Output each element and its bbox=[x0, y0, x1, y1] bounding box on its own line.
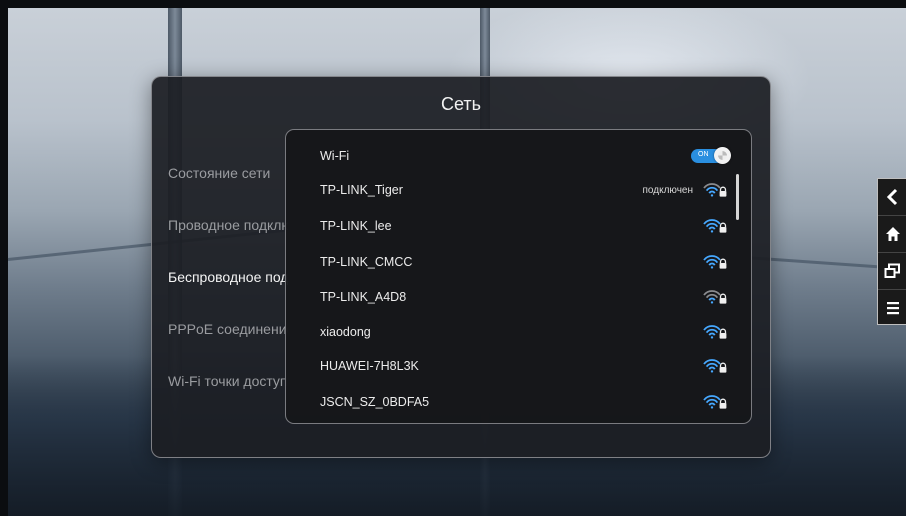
side-navbar bbox=[877, 178, 906, 325]
home-icon[interactable] bbox=[878, 216, 906, 253]
sidebar-item-label: Состояние сети bbox=[168, 165, 271, 181]
sidebar-item-label: PPPoE соединение bbox=[168, 321, 288, 337]
network-row[interactable]: HUAWEI-7H8L3K bbox=[320, 356, 727, 376]
network-row[interactable]: TP-LINK_Tiger подключен bbox=[320, 180, 727, 200]
network-name: TP-LINK_CMCC bbox=[320, 255, 413, 269]
wifi-locked-icon bbox=[703, 325, 727, 339]
wifi-header-label: Wi-Fi bbox=[320, 149, 350, 163]
windows-icon[interactable] bbox=[878, 253, 906, 290]
sidebar-item-pppoe[interactable]: PPPoE соединение bbox=[168, 319, 288, 371]
wifi-locked-icon bbox=[703, 290, 727, 304]
network-name: TP-LINK_lee bbox=[320, 219, 392, 233]
wifi-header-row: Wi-Fi ON bbox=[320, 146, 731, 166]
wifi-locked-icon bbox=[703, 395, 727, 409]
wifi-locked-icon bbox=[703, 183, 727, 197]
network-row[interactable]: TP-LINK_lee bbox=[320, 216, 727, 236]
network-name: TP-LINK_A4D8 bbox=[320, 290, 407, 304]
sidebar-item-hotspot[interactable]: Wi-Fi точки доступа bbox=[168, 371, 288, 423]
sidebar-menu: Состояние сети Проводное подключение Бес… bbox=[168, 163, 288, 423]
wifi-panel: Wi-Fi ON TP-LINK_Tiger подключен TP-LINK… bbox=[285, 129, 752, 424]
sidebar-item-network-status[interactable]: Состояние сети bbox=[168, 163, 288, 215]
sidebar-item-wireless[interactable]: Беспроводное подключение bbox=[168, 267, 288, 319]
wifi-toggle[interactable]: ON bbox=[691, 147, 731, 164]
back-icon[interactable] bbox=[878, 179, 906, 216]
sidebar-item-label: Беспроводное подключение bbox=[168, 269, 288, 285]
network-row[interactable]: TP-LINK_A4D8 bbox=[320, 287, 727, 307]
toggle-knob-icon bbox=[714, 147, 731, 164]
network-row[interactable]: TP-LINK_CMCC bbox=[320, 252, 727, 272]
wifi-locked-icon bbox=[703, 219, 727, 233]
network-status: подключен bbox=[642, 184, 694, 196]
wifi-locked-icon bbox=[703, 359, 727, 373]
network-name: TP-LINK_Tiger bbox=[320, 183, 403, 197]
dialog-title: Сеть bbox=[440, 94, 482, 114]
network-row[interactable]: JSCN_SZ_0BDFA5 bbox=[320, 392, 727, 412]
menu-icon[interactable] bbox=[878, 290, 906, 326]
sidebar-item-label: Wi-Fi точки доступа bbox=[168, 373, 288, 389]
network-name: xiaodong bbox=[320, 325, 371, 339]
sidebar-item-label: Проводное подключение bbox=[168, 217, 288, 233]
toggle-label: ON bbox=[698, 151, 709, 158]
sidebar-item-wired[interactable]: Проводное подключение bbox=[168, 215, 288, 267]
network-name: HUAWEI-7H8L3K bbox=[320, 359, 419, 373]
list-scrollbar[interactable] bbox=[736, 174, 739, 220]
network-row[interactable]: xiaodong bbox=[320, 322, 727, 342]
wifi-locked-icon bbox=[703, 255, 727, 269]
network-name: JSCN_SZ_0BDFA5 bbox=[320, 395, 430, 409]
